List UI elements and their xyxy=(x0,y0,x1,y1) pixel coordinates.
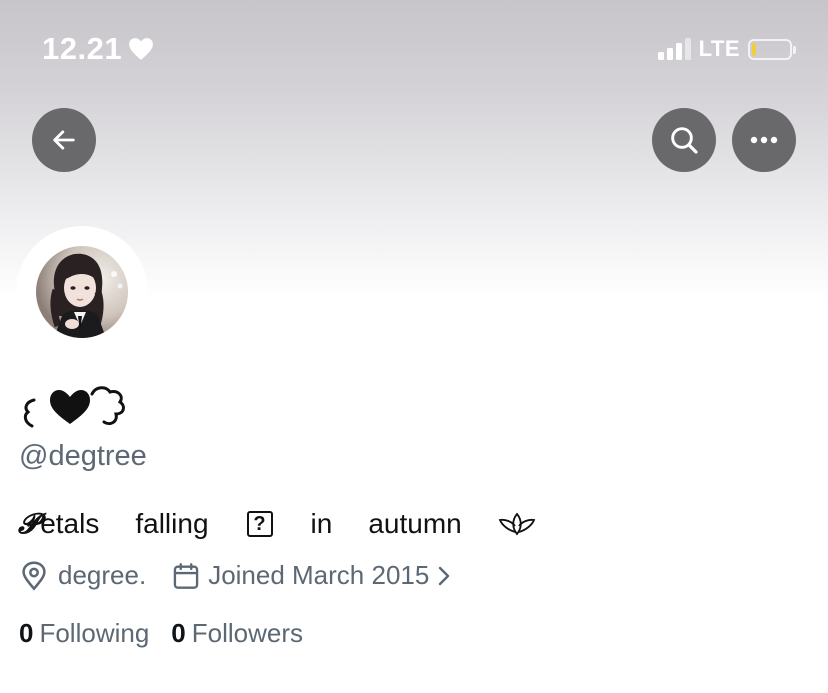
following-count: 0 xyxy=(19,618,34,648)
battery-level xyxy=(752,42,756,56)
bio-word: falling xyxy=(135,508,209,539)
ellipsis-icon xyxy=(750,136,778,144)
display-name xyxy=(18,384,130,430)
joined-date[interactable]: Joined March 2015 xyxy=(172,560,451,591)
signal-icon xyxy=(657,38,691,60)
bio-word: autumn xyxy=(368,508,462,539)
search-button[interactable] xyxy=(652,108,716,172)
location-pin-icon xyxy=(22,560,46,591)
avatar[interactable] xyxy=(36,246,128,338)
followers-count: 0 xyxy=(171,618,186,648)
bio-word: in xyxy=(310,508,333,539)
profile-bio: 𝓟 etals falling ? in autumn xyxy=(18,507,536,541)
network-type: LTE xyxy=(698,36,740,61)
profile-handle: @degtree xyxy=(19,440,147,472)
followers-link[interactable]: 0 Followers xyxy=(171,618,303,649)
status-time-text: 12.21 xyxy=(42,31,123,66)
following-link[interactable]: 0 Following xyxy=(19,618,149,649)
back-button[interactable] xyxy=(32,108,96,172)
followers-label: Followers xyxy=(191,618,304,648)
joined-text: Joined March 2015 xyxy=(208,560,430,590)
more-options-button[interactable] xyxy=(732,108,796,172)
search-icon xyxy=(671,127,698,154)
bio-word: etals xyxy=(40,508,100,539)
heart-icon xyxy=(129,38,153,60)
avatar-ring[interactable] xyxy=(16,226,148,358)
chevron-right-icon xyxy=(439,566,450,585)
arrow-left-icon xyxy=(53,130,75,150)
lotus-icon xyxy=(498,512,535,536)
status-time: 12.21 xyxy=(42,31,154,67)
location: degree. xyxy=(20,560,146,591)
location-text: degree. xyxy=(58,560,147,590)
follow-stats: 0 Following 0 Followers xyxy=(19,618,303,649)
question-box-icon: ? xyxy=(246,511,273,537)
bio-initial: 𝓟 xyxy=(18,507,39,540)
battery-icon xyxy=(748,38,796,60)
status-indicators: LTE xyxy=(657,36,796,62)
calendar-icon xyxy=(173,562,199,589)
avatar-photo xyxy=(36,246,128,338)
display-name-decoration xyxy=(23,386,125,428)
following-label: Following xyxy=(39,618,150,648)
profile-meta: degree. Joined March 2015 xyxy=(20,560,451,591)
